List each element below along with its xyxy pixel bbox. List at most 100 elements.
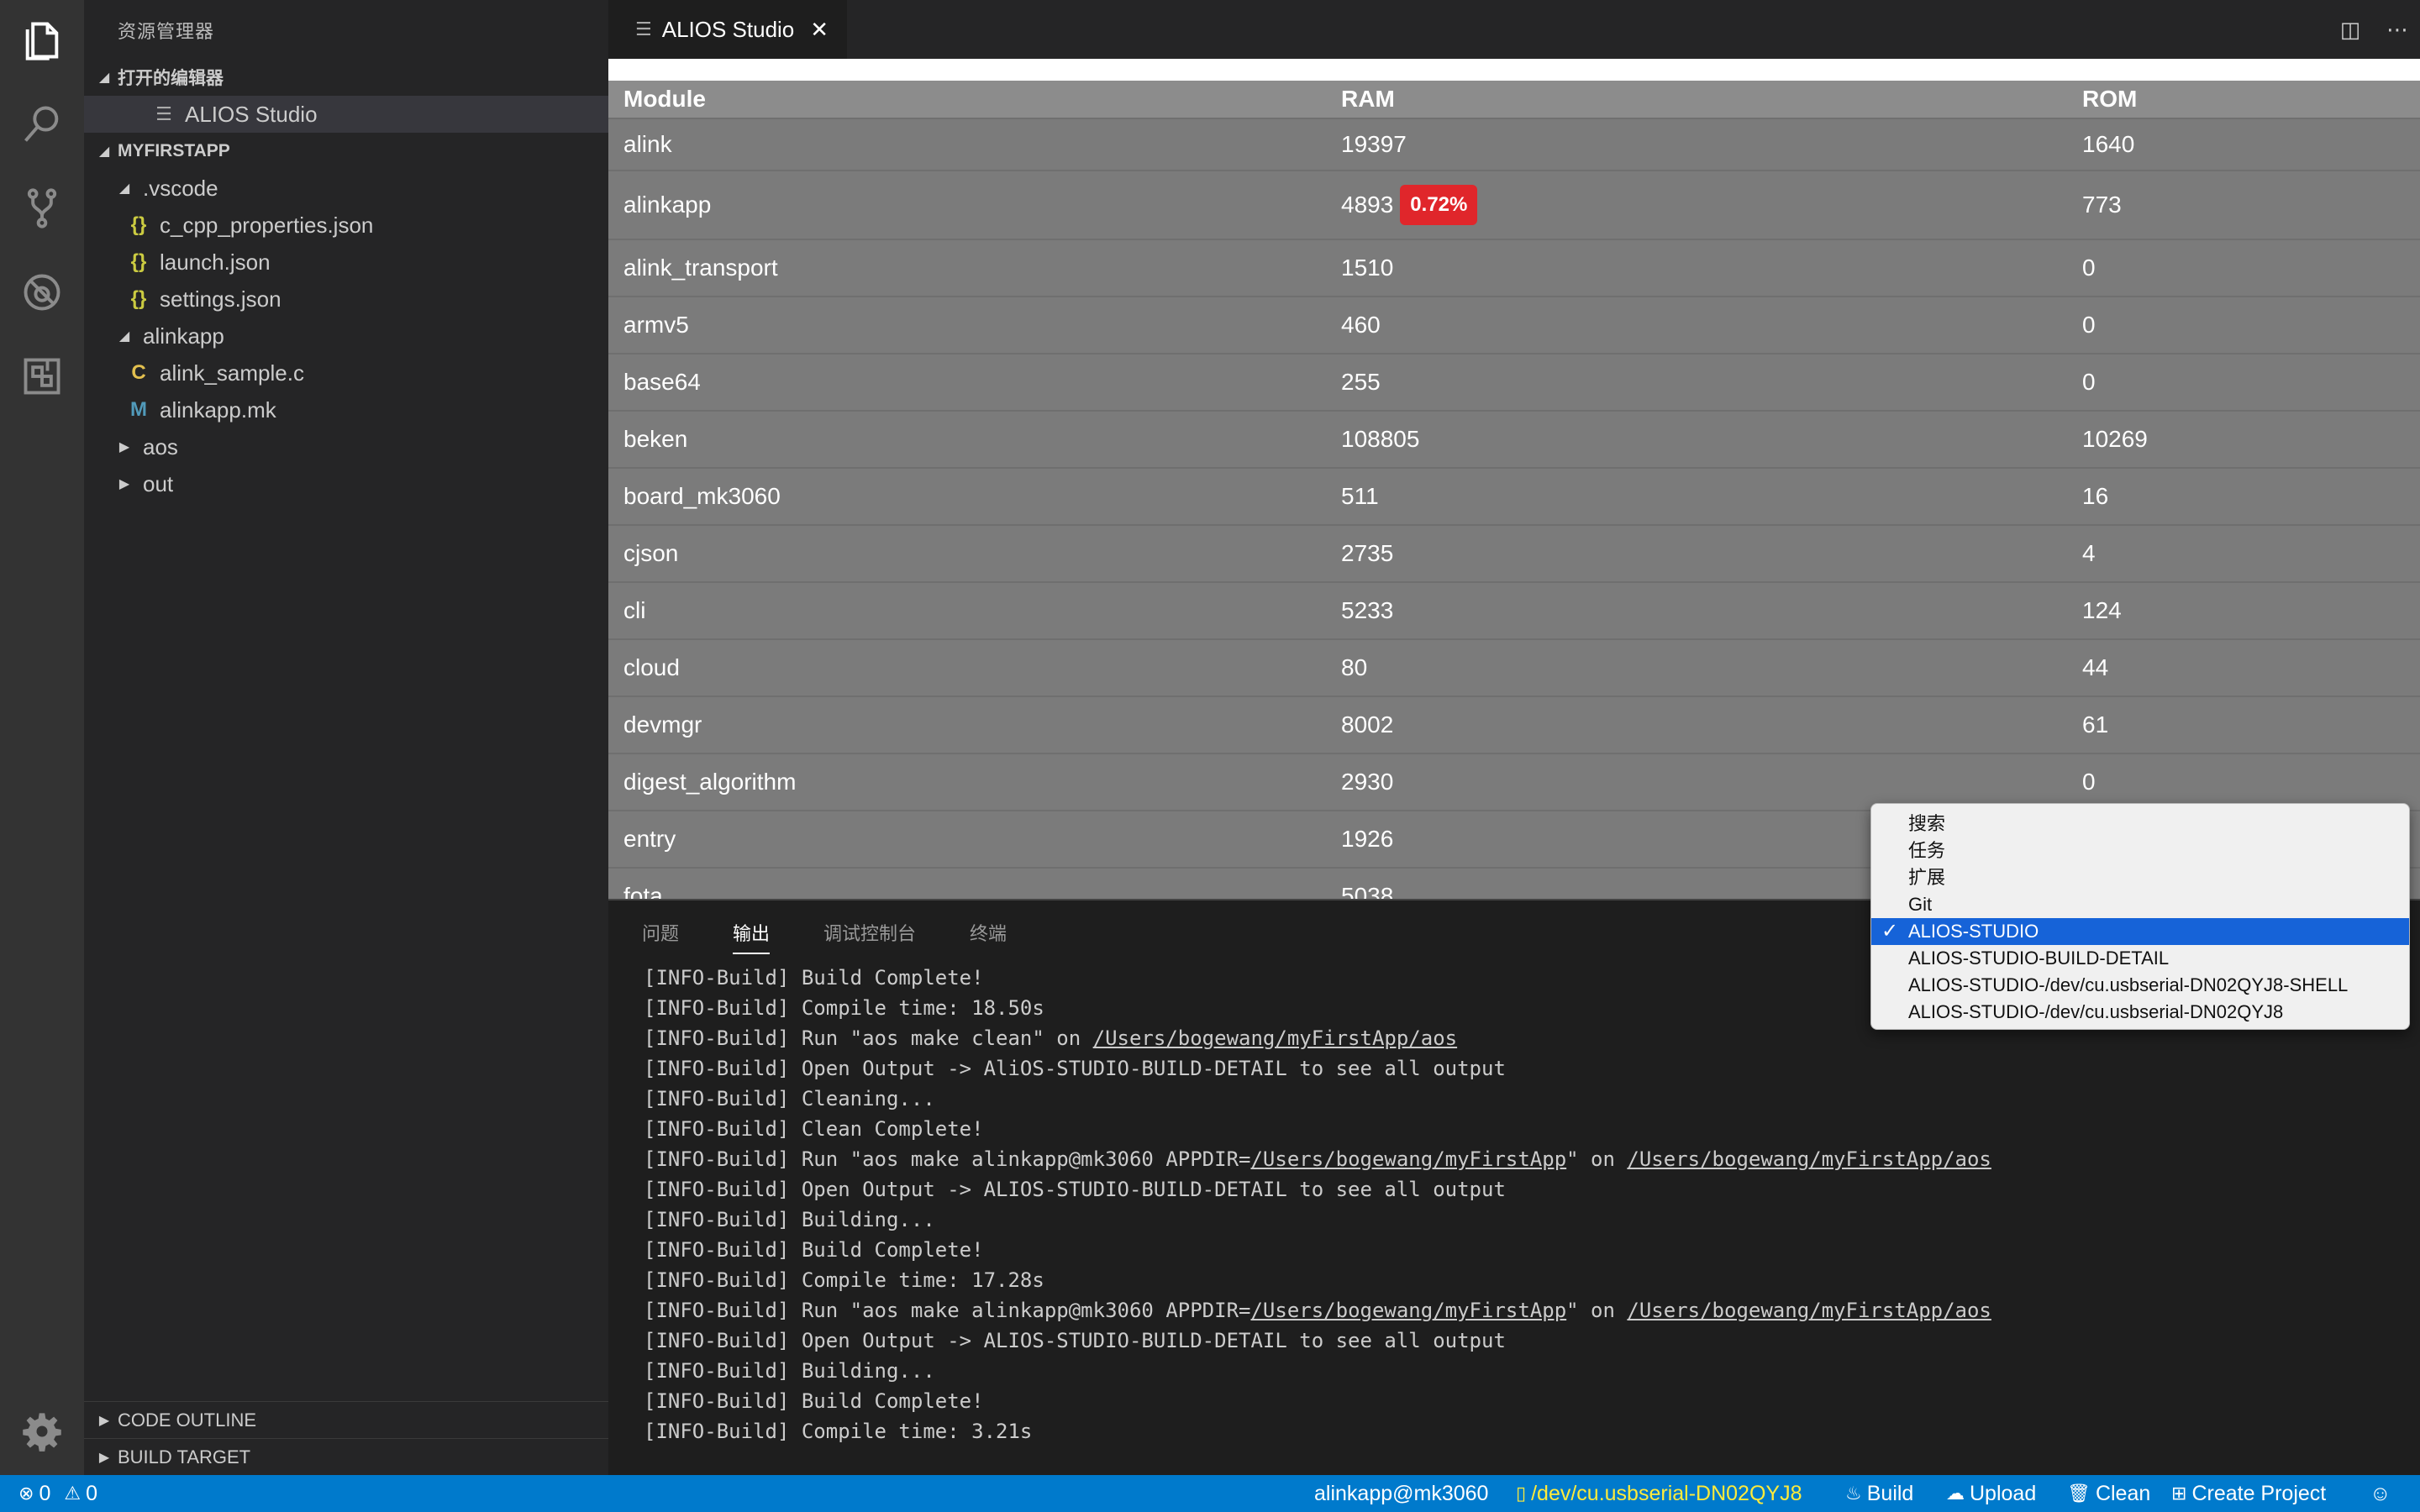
upload-button[interactable]: ☁ Upload <box>1946 1475 2036 1512</box>
path-link[interactable]: /Users/bogewang/myFirstApp/aos <box>1093 1026 1457 1050</box>
cell-ram: 4893 0.72% <box>1341 171 1478 239</box>
output-text: [INFO-Build] Cleaning... <box>644 1087 935 1110</box>
chevron-down-icon: ◢ <box>98 144 110 159</box>
build-button[interactable]: ♨ Build <box>1845 1475 1913 1512</box>
cell-rom: 0 <box>2082 369 2096 395</box>
activity-bar <box>0 0 84 1475</box>
cell-rom: 16 <box>2082 483 2109 509</box>
tree-item-launch-json[interactable]: {} launch.json <box>84 244 608 281</box>
warning-count: 0 <box>86 1481 97 1505</box>
path-link[interactable]: /Users/bogewang/myFirstApp <box>1250 1299 1566 1322</box>
tree-item-alink-sample-c[interactable]: C alink_sample.c <box>84 354 608 391</box>
build-target-status[interactable]: alinkapp@mk3060 <box>1314 1475 1488 1512</box>
build-label: Build <box>1866 1481 1914 1505</box>
output-line: [INFO-Build] Compile time: 17.28s <box>644 1265 2408 1295</box>
table-row: beken 108805 10269 <box>608 412 2420 469</box>
trash-icon: 🗑 <box>2067 1483 2091 1504</box>
source-control-icon[interactable] <box>18 185 66 232</box>
output-line: [INFO-Build] Compile time: 3.21s <box>644 1416 2408 1446</box>
dropdown-option-label: 搜索 <box>1908 813 1946 834</box>
split-editor-icon[interactable]: ◫ <box>2336 17 2365 42</box>
clean-button[interactable]: 🗑 Clean <box>2067 1475 2150 1512</box>
open-editor-item[interactable]: ☰ ALIOS Studio <box>84 96 608 133</box>
tab-alios-studio[interactable]: ☰ ALIOS Studio ✕ <box>608 0 847 59</box>
dropdown-option[interactable]: Git <box>1871 891 2409 918</box>
more-actions-icon[interactable]: ⋯ <box>2383 17 2412 42</box>
create-project-button[interactable]: ⊞ Create Project <box>2171 1475 2326 1512</box>
output-text: [INFO-Build] Building... <box>644 1208 935 1231</box>
tab-terminal[interactable]: 终端 <box>970 919 1007 946</box>
cell-ram: 2930 <box>1341 754 1393 810</box>
dropdown-option[interactable]: 搜索 <box>1871 811 2409 837</box>
tree-item-c-cpp-properties[interactable]: {} c_cpp_properties.json <box>84 207 608 244</box>
tab-output[interactable]: 输出 <box>733 919 771 954</box>
cell-module: fota <box>623 883 663 899</box>
output-channel-dropdown[interactable]: 搜索任务扩展 Git ✓ ALIOS-STUDIO ALIOS-STUDIO-BUILD… <box>1870 803 2410 1030</box>
tree-item-alinkapp-mk[interactable]: M alinkapp.mk <box>84 391 608 428</box>
table-row: board_mk3060 511 16 <box>608 469 2420 526</box>
build-target-section[interactable]: ▶ BUILD TARGET <box>84 1438 608 1475</box>
dropdown-option[interactable]: 扩展 <box>1871 864 2409 891</box>
table-row: cjson 2735 4 <box>608 526 2420 583</box>
search-icon[interactable] <box>18 101 66 148</box>
chevron-right-icon: ▶ <box>98 1450 110 1465</box>
editor-tab-bar: ☰ ALIOS Studio ✕ ◫ ⋯ <box>608 0 2420 59</box>
path-link[interactable]: /Users/bogewang/myFirstApp/aos <box>1627 1299 1991 1322</box>
output-text: [INFO-Build] Compile time: 17.28s <box>644 1268 1044 1292</box>
problems-status[interactable]: ⊗ 0 ⚠ 0 <box>18 1475 97 1512</box>
code-outline-label: CODE OUTLINE <box>118 1409 257 1431</box>
lines-file-icon: ☰ <box>155 103 172 124</box>
tree-item-out[interactable]: ▶ out <box>84 465 608 502</box>
table-row: cloud 80 44 <box>608 640 2420 697</box>
path-link[interactable]: /Users/bogewang/myFirstApp <box>1250 1147 1566 1171</box>
cell-ram: 2735 <box>1341 526 1393 581</box>
tab-problems[interactable]: 问题 <box>642 919 679 946</box>
output-log: [INFO-Build] Build Complete! [INFO-Build]… <box>644 963 2408 1446</box>
tab-debug-console[interactable]: 调试控制台 <box>823 919 916 946</box>
tree-item-label: alinkapp.mk <box>160 396 276 423</box>
dropdown-option-label: 任务 <box>1908 840 1946 861</box>
code-outline-section[interactable]: ▶ CODE OUTLINE <box>84 1401 608 1438</box>
dropdown-option[interactable]: ALIOS-STUDIO-/dev/cu.usbserial-DN02QYJ8 <box>1871 999 2409 1026</box>
dropdown-option[interactable]: ALIOS-STUDIO-/dev/cu.usbserial-DN02QYJ8-… <box>1871 972 2409 999</box>
table-row: alinkapp 4893 0.72% 773 <box>608 171 2420 240</box>
cell-ram-value: 108805 <box>1341 426 1420 452</box>
cell-rom: 4 <box>2082 540 2096 566</box>
tree-item-settings-json[interactable]: {} settings.json <box>84 281 608 318</box>
tree-item-label: c_cpp_properties.json <box>160 212 374 238</box>
output-line: [INFO-Build] Run "aos make alinkapp@mk30… <box>644 1295 2408 1326</box>
table-header-row: Module RAM ROM <box>608 81 2420 119</box>
feedback-smiley-icon[interactable]: ☺ <box>2370 1475 2391 1512</box>
checkmark-icon: ✓ <box>1881 920 1899 942</box>
gear-icon[interactable] <box>18 1408 66 1455</box>
makefile-icon: M <box>130 398 147 421</box>
output-text: [INFO-Build] Build Complete! <box>644 1389 984 1413</box>
extensions-icon[interactable] <box>18 353 66 400</box>
output-line: [INFO-Build] Run "aos make alinkapp@mk30… <box>644 1144 2408 1174</box>
cell-module: alink_transport <box>623 255 778 281</box>
tree-item-alinkapp[interactable]: ◢ alinkapp <box>84 318 608 354</box>
tree-item-aos[interactable]: ▶ aos <box>84 428 608 465</box>
cell-module: board_mk3060 <box>623 483 781 509</box>
cell-ram: 1926 <box>1341 811 1393 867</box>
close-icon[interactable]: ✕ <box>810 17 829 43</box>
dropdown-option[interactable]: 任务 <box>1871 837 2409 864</box>
cloud-upload-icon: ☁ <box>1946 1483 1965 1504</box>
cell-ram: 80 <box>1341 640 1367 696</box>
cell-ram-value: 2735 <box>1341 540 1394 566</box>
project-section[interactable]: ◢ MYFIRSTAPP <box>84 133 608 170</box>
warning-icon: ⚠ <box>64 1483 82 1504</box>
dropdown-option[interactable]: ✓ ALIOS-STUDIO <box>1871 918 2409 945</box>
cell-ram-value: 8002 <box>1341 711 1394 738</box>
dropdown-option[interactable]: ALIOS-STUDIO-BUILD-DETAIL <box>1871 945 2409 972</box>
path-link[interactable]: /Users/bogewang/myFirstApp/aos <box>1627 1147 1991 1171</box>
dropdown-option-label: ALIOS-STUDIO <box>1908 921 2039 942</box>
cell-module: cjson <box>623 540 679 566</box>
files-icon[interactable] <box>18 17 66 64</box>
tree-item-vscode[interactable]: ◢ .vscode <box>84 170 608 207</box>
cell-rom: 61 <box>2082 711 2109 738</box>
debug-icon[interactable] <box>18 269 66 316</box>
serial-port-status[interactable]: ▯ /dev/cu.usbserial-DN02QYJ8 <box>1516 1475 1802 1512</box>
open-editors-section[interactable]: ◢ 打开的编辑器 <box>84 59 608 96</box>
cell-rom: 0 <box>2082 312 2096 338</box>
